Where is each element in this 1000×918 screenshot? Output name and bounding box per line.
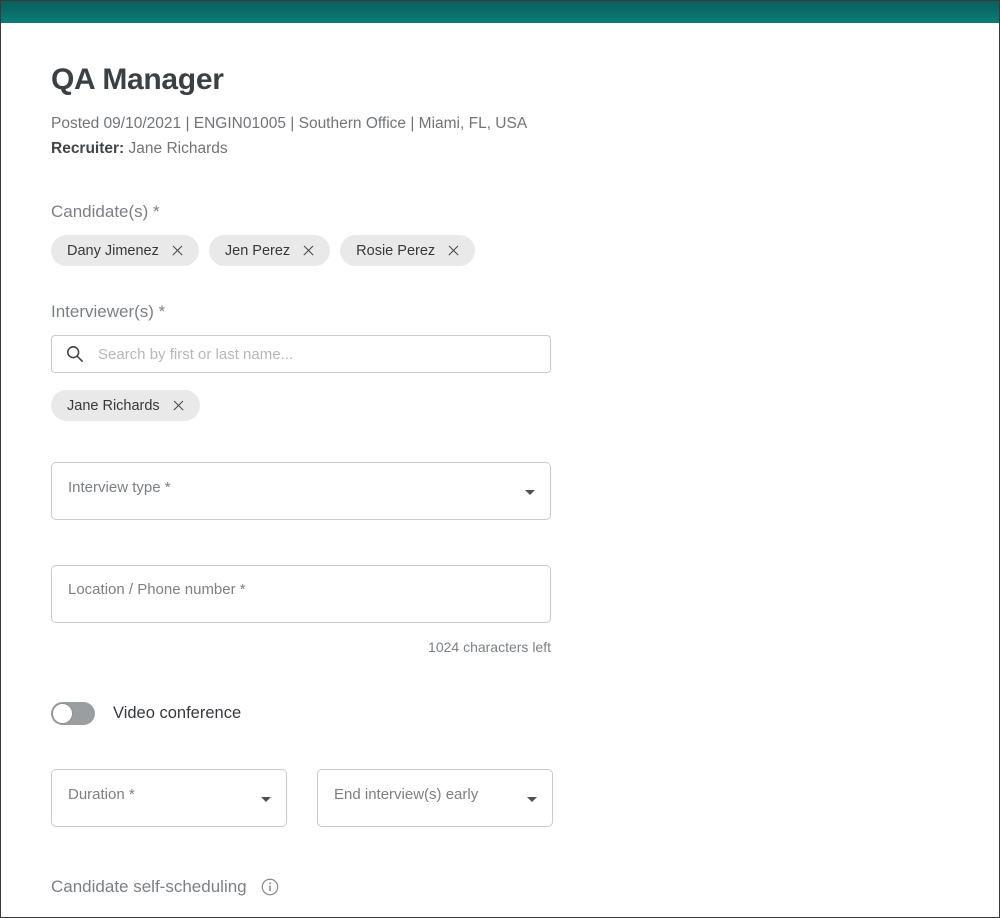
remove-candidate-icon[interactable] — [171, 244, 184, 257]
interview-type-select[interactable]: Interview type * — [51, 462, 551, 520]
duration-select[interactable]: Duration * — [51, 769, 287, 827]
chevron-down-icon — [527, 797, 537, 802]
video-conference-row: Video conference — [51, 702, 999, 725]
end-interview-early-select[interactable]: End interview(s) early — [317, 769, 553, 827]
chip-label: Jane Richards — [67, 397, 160, 414]
chip-label: Rosie Perez — [356, 242, 436, 259]
video-conference-label: Video conference — [113, 704, 242, 722]
candidate-chip-list: Dany Jimenez Jen Perez Rosie Perez — [51, 235, 999, 266]
recruiter-line: Recruiter: Jane Richards — [51, 140, 999, 158]
interview-type-placeholder: Interview type * — [68, 479, 171, 496]
interviewer-chip[interactable]: Jane Richards — [51, 390, 200, 421]
candidate-chip[interactable]: Jen Perez — [208, 235, 331, 266]
location-phone-input[interactable] — [51, 565, 551, 623]
page-title: QA Manager — [51, 63, 224, 96]
end-early-placeholder: End interview(s) early — [334, 786, 479, 803]
candidate-chip[interactable]: Rosie Perez — [340, 235, 476, 266]
candidates-label: Candidate(s) * — [51, 202, 160, 221]
recruiter-label: Recruiter: — [51, 140, 125, 157]
chevron-down-icon — [261, 797, 271, 802]
interviewer-search-input[interactable] — [51, 335, 551, 373]
job-meta-line: Posted 09/10/2021 | ENGIN01005 | Souther… — [51, 115, 528, 132]
chevron-down-icon — [525, 490, 535, 495]
interviewers-label: Interviewer(s) * — [51, 302, 166, 321]
app-window: QA Manager Posted 09/10/2021 | ENGIN0100… — [0, 0, 1000, 918]
self-scheduling-title: Candidate self-scheduling — [51, 877, 247, 896]
remove-candidate-icon[interactable] — [447, 244, 460, 257]
chip-label: Jen Perez — [224, 242, 291, 259]
candidate-chip[interactable]: Dany Jimenez — [51, 235, 199, 266]
top-brand-bar — [1, 1, 999, 23]
interviewer-search-wrap — [51, 335, 551, 373]
info-circle-icon[interactable] — [261, 878, 279, 896]
toggle-knob — [52, 703, 73, 724]
candidates-section: Candidate(s) * Dany Jimenez Jen Perez Ro… — [51, 202, 999, 266]
remove-candidate-icon[interactable] — [302, 244, 315, 257]
recruiter-name: Jane Richards — [128, 140, 228, 157]
duration-row: Duration * End interview(s) early — [51, 769, 999, 827]
interviewers-section: Interviewer(s) * Jane Richards — [51, 302, 999, 421]
video-conference-toggle[interactable] — [51, 702, 95, 725]
chip-label: Dany Jimenez — [67, 242, 159, 259]
interviewer-chip-list: Jane Richards — [51, 390, 999, 421]
self-scheduling-header: Candidate self-scheduling — [51, 877, 999, 897]
duration-placeholder: Duration * — [68, 786, 135, 803]
characters-left-counter: 1024 characters left — [428, 639, 551, 655]
remove-interviewer-icon[interactable] — [172, 399, 185, 412]
interview-scheduling-form: QA Manager Posted 09/10/2021 | ENGIN0100… — [1, 23, 999, 918]
